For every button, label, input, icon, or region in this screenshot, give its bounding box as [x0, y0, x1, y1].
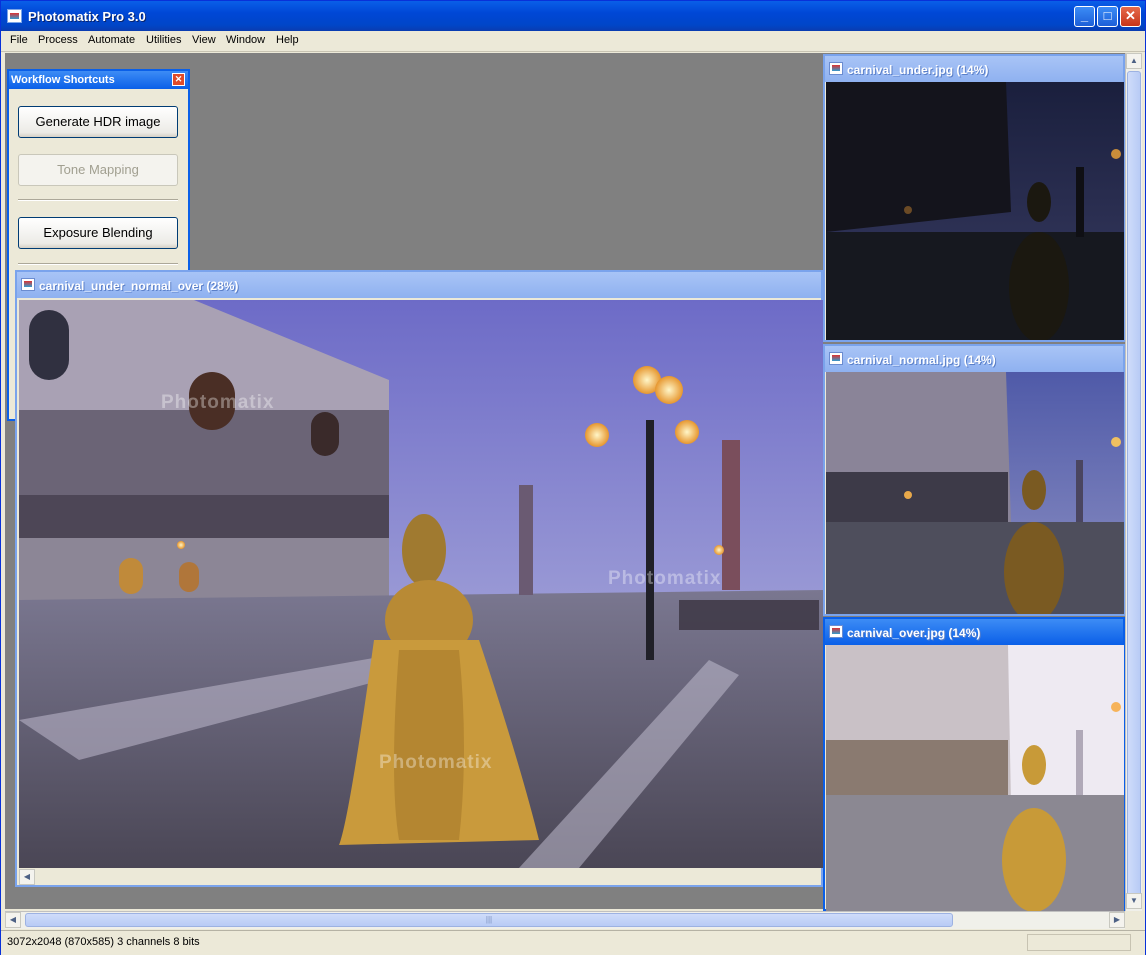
mdi-vertical-scrollbar[interactable]: ▲ ▼ — [1125, 53, 1142, 911]
title-bar[interactable]: Photomatix Pro 3.0 _ □ ✕ — [1, 1, 1145, 31]
scroll-right-button[interactable]: ▶ — [1109, 912, 1125, 928]
menu-window[interactable]: Window — [226, 34, 265, 46]
document-icon — [829, 352, 843, 365]
exposure-blending-button[interactable]: Exposure Blending — [18, 217, 178, 249]
document-title: carnival_under_normal_over (28%) — [39, 279, 239, 293]
window-title: Photomatix Pro 3.0 — [28, 9, 146, 24]
workflow-shortcuts-title-bar[interactable]: Workflow Shortcuts ✕ — [9, 71, 188, 89]
document-title: carnival_normal.jpg (14%) — [847, 353, 996, 367]
status-pane — [1027, 934, 1131, 951]
image-normal-canvas — [826, 372, 1124, 614]
document-icon — [829, 625, 843, 638]
scroll-up-arrow-icon: ▲ — [1130, 56, 1138, 65]
document-window-under[interactable]: carnival_under.jpg (14%) — [823, 54, 1125, 342]
panel-divider — [18, 199, 178, 201]
status-bar: 3072x2048 (870x585) 3 channels 8 bits — [1, 930, 1145, 955]
scroll-down-button[interactable]: ▼ — [1126, 893, 1142, 909]
app-window: Photomatix Pro 3.0 _ □ ✕ File Process Au… — [0, 0, 1146, 955]
image-under[interactable] — [826, 82, 1124, 340]
close-icon: ✕ — [174, 74, 183, 84]
document-title: carnival_over.jpg (14%) — [847, 626, 981, 640]
mdi-horizontal-scrollbar[interactable]: ◀ ||| ▶ — [5, 911, 1125, 929]
document-title-bar[interactable]: carnival_normal.jpg (14%) — [825, 346, 1123, 372]
watermark-text: Photomatix — [379, 752, 493, 773]
menu-help[interactable]: Help — [276, 34, 299, 46]
scroll-down-arrow-icon: ▼ — [1130, 896, 1138, 905]
image-main[interactable]: Photomatix Photomatix Photomatix — [19, 300, 823, 868]
horizontal-scroll-thumb[interactable]: ||| — [25, 913, 953, 927]
scroll-right-arrow-icon: ▶ — [1113, 915, 1121, 924]
document-icon — [829, 62, 843, 75]
menu-automate[interactable]: Automate — [88, 34, 135, 46]
document-icon — [21, 278, 35, 291]
document-window-over[interactable]: carnival_over.jpg (14%) — [823, 617, 1125, 911]
close-icon: ✕ — [1125, 8, 1136, 23]
document-title: carnival_under.jpg (14%) — [847, 63, 989, 77]
scroll-up-button[interactable]: ▲ — [1126, 53, 1142, 69]
tone-mapping-button[interactable]: Tone Mapping — [18, 154, 178, 186]
image-over[interactable] — [826, 645, 1124, 911]
document-window-main[interactable]: carnival_under_normal_over (28%) Photoma… — [15, 270, 823, 887]
maximize-icon: □ — [1103, 8, 1112, 23]
image-under-canvas — [826, 82, 1124, 340]
doc-scroll-left-button[interactable]: ◀ — [19, 869, 35, 885]
watermark-text: Photomatix — [161, 392, 275, 413]
status-text: 3072x2048 (870x585) 3 channels 8 bits — [7, 936, 200, 948]
scroll-left-arrow-icon: ◀ — [23, 872, 31, 881]
vertical-scroll-thumb[interactable] — [1127, 71, 1141, 909]
panel-close-button[interactable]: ✕ — [172, 73, 185, 86]
close-button[interactable]: ✕ — [1120, 6, 1141, 27]
watermark-text: Photomatix — [608, 568, 722, 589]
document-title-bar[interactable]: carnival_under_normal_over (28%) — [17, 272, 821, 298]
menu-bar: File Process Automate Utilities View Win… — [1, 31, 1145, 52]
image-normal[interactable] — [826, 372, 1124, 614]
menu-process[interactable]: Process — [38, 34, 78, 46]
generate-hdr-button[interactable]: Generate HDR image — [18, 106, 178, 138]
menu-utilities[interactable]: Utilities — [146, 34, 181, 46]
document-title-bar[interactable]: carnival_under.jpg (14%) — [825, 56, 1123, 82]
scroll-left-button[interactable]: ◀ — [5, 912, 21, 928]
document-window-normal[interactable]: carnival_normal.jpg (14%) — [823, 344, 1125, 616]
workflow-shortcuts-title: Workflow Shortcuts — [11, 74, 115, 86]
maximize-button[interactable]: □ — [1097, 6, 1118, 27]
app-icon[interactable] — [7, 9, 22, 23]
menu-file[interactable]: File — [10, 34, 28, 46]
minimize-button[interactable]: _ — [1074, 6, 1095, 27]
minimize-icon: _ — [1080, 8, 1089, 23]
menu-view[interactable]: View — [192, 34, 216, 46]
scroll-left-arrow-icon: ◀ — [9, 915, 17, 924]
panel-divider — [18, 263, 178, 265]
image-over-canvas — [826, 645, 1124, 911]
document-title-bar[interactable]: carnival_over.jpg (14%) — [825, 619, 1123, 645]
